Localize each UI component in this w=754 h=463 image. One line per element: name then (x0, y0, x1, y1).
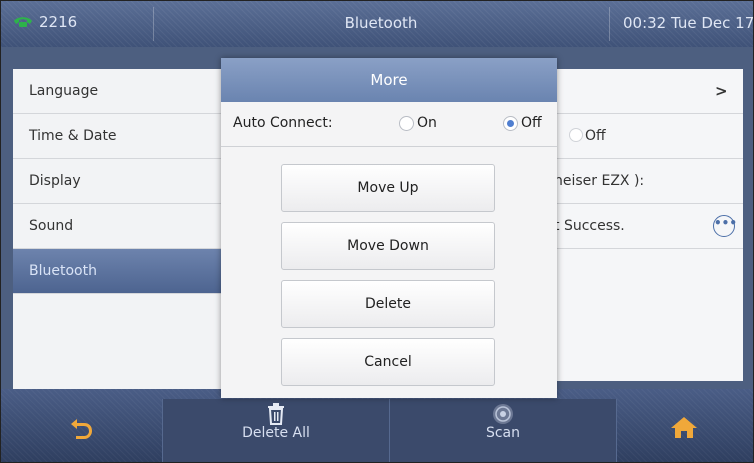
back-icon (71, 419, 92, 439)
account-indicator: 2216 (13, 13, 77, 31)
menu-item-bluetooth[interactable]: Bluetooth (13, 249, 233, 294)
page-title: Bluetooth (344, 14, 418, 32)
delete-button[interactable]: Delete (281, 280, 495, 328)
menu-item-sound[interactable]: Sound (13, 204, 233, 249)
status-divider (609, 7, 610, 41)
phone-icon (14, 17, 32, 27)
move-up-button[interactable]: Move Up (281, 164, 495, 212)
menu-item-time-date[interactable]: Time & Date (13, 114, 233, 159)
delete-all-button[interactable]: Delete All (162, 399, 390, 462)
scan-label: Scan (485, 425, 521, 441)
off-label: Off (521, 115, 542, 131)
datetime: 00:32 Tue Dec 17 (623, 14, 754, 32)
back-button[interactable] (1, 399, 161, 462)
scan-button[interactable]: Scan (389, 399, 617, 462)
radio-checked-icon (503, 115, 518, 131)
account-number: 2216 (39, 13, 78, 31)
off-label: Off (585, 128, 606, 144)
scan-icon (493, 404, 513, 424)
on-label: On (417, 115, 437, 131)
radio-unchecked-icon (399, 115, 414, 131)
auto-connect-on-radio[interactable]: On (399, 115, 437, 131)
chevron-right-icon: > (715, 82, 728, 100)
trash-icon (268, 403, 284, 425)
home-button[interactable] (615, 399, 753, 462)
menu-item-language[interactable]: Language (13, 69, 233, 114)
settings-menu: Language Time & Date Display Sound Bluet… (13, 69, 233, 407)
dialog-title: More (221, 58, 557, 102)
auto-connect-label: Auto Connect: (233, 115, 333, 131)
softkey-bar: Delete All Scan (1, 389, 753, 462)
status-bar: 2216 Bluetooth 00:32 Tue Dec 17 (1, 1, 753, 47)
auto-connect-row: Auto Connect: On Off (221, 102, 557, 147)
connection-status: t Success. (554, 218, 625, 234)
screen: 2216 Bluetooth 00:32 Tue Dec 17 Language… (0, 0, 754, 463)
delete-all-label: Delete All (242, 425, 310, 441)
radio-off-icon[interactable] (569, 128, 583, 142)
more-icon[interactable]: ••• (713, 215, 737, 237)
home-icon (671, 417, 697, 438)
cancel-button[interactable]: Cancel (281, 338, 495, 386)
auto-connect-off-radio[interactable]: Off (503, 115, 542, 131)
more-dialog: More Auto Connect: On Off Move Up Move D… (221, 58, 557, 398)
paired-device-name: heiser EZX ): (554, 173, 645, 189)
menu-item-display[interactable]: Display (13, 159, 233, 204)
move-down-button[interactable]: Move Down (281, 222, 495, 270)
